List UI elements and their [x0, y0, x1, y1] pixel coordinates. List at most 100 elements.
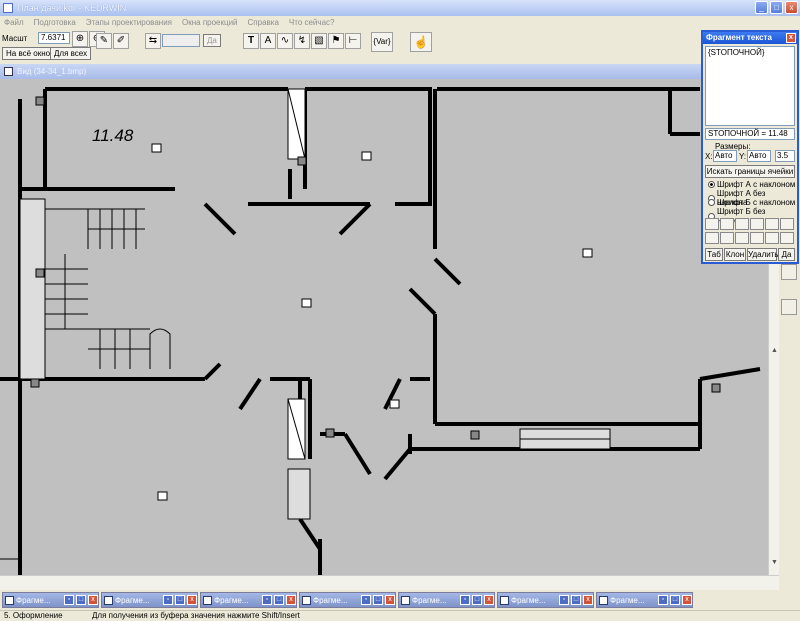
minimized-window[interactable]: Фрагме... ▫ □ x — [497, 592, 594, 608]
menu-whats-now[interactable]: Что сейчас? — [289, 18, 335, 27]
x-size-field[interactable]: Авто — [713, 150, 737, 162]
strip-print-icon[interactable] — [781, 299, 797, 315]
align-bottom-icon[interactable] — [780, 218, 794, 230]
flag-icon[interactable]: ⚑ — [328, 33, 344, 49]
menu-file[interactable]: Файл — [4, 18, 24, 27]
menu-stages[interactable]: Этапы проектирования — [86, 18, 172, 27]
text-vertical-icon[interactable]: ∿ — [277, 33, 293, 49]
minimized-window-label: Фрагме... — [412, 595, 447, 605]
indent-5-icon[interactable] — [765, 232, 779, 244]
indent-3-icon[interactable] — [735, 232, 749, 244]
document-titlebar: Вид (34-34_1.bmp) — [0, 64, 779, 79]
window-icon — [104, 595, 113, 605]
font-option-b-slant[interactable]: Шрифт Б с наклоном — [708, 198, 795, 207]
horizontal-scrollbar[interactable] — [0, 575, 779, 590]
align-middle-icon[interactable] — [765, 218, 779, 230]
indent-2-icon[interactable] — [720, 232, 734, 244]
align-center-icon[interactable] — [720, 218, 734, 230]
panel-title: Фрагмент текста x — [703, 32, 797, 44]
text-tool-icon[interactable]: T — [243, 33, 259, 49]
minimized-window[interactable]: Фрагме... ▫ □ x — [2, 592, 99, 608]
menu-projection-windows[interactable]: Окна проекций — [182, 18, 238, 27]
plan-canvas[interactable]: 11.48 — [0, 79, 768, 575]
swap-icon[interactable]: ⇆ — [145, 33, 161, 49]
scroll-down-arrow-icon[interactable]: ▼ — [771, 559, 778, 566]
minimize-button[interactable]: _ — [755, 1, 768, 14]
find-cell-borders-button[interactable]: Искать границы ячейки — [705, 165, 795, 178]
maximize-icon[interactable]: □ — [571, 595, 581, 605]
close-icon[interactable]: x — [187, 595, 197, 605]
assignment-select[interactable]: STOПОЧНОЙ = 11.48 — [705, 128, 795, 140]
scale-label: Масшт — [2, 34, 28, 43]
indent-4-icon[interactable] — [750, 232, 764, 244]
delete-button[interactable]: Удалить — [747, 248, 779, 261]
indent-6-icon[interactable] — [780, 232, 794, 244]
fragment-text-area[interactable]: {STOПОЧНОЙ} — [705, 46, 795, 126]
menu-prepare[interactable]: Подготовка — [34, 18, 76, 27]
close-icon[interactable]: x — [286, 595, 296, 605]
close-icon[interactable]: x — [682, 595, 692, 605]
ok-button[interactable]: Да — [778, 248, 795, 261]
align-left-icon[interactable] — [705, 218, 719, 230]
text-mirror-icon[interactable]: ↯ — [294, 33, 310, 49]
minimized-window[interactable]: Фрагме... ▫ □ x — [398, 592, 495, 608]
window-icon — [203, 595, 212, 605]
indent-1-icon[interactable] — [705, 232, 719, 244]
hatch-icon[interactable]: ▧ — [311, 33, 327, 49]
font-option-a-slant[interactable]: Шрифт А с наклоном — [708, 180, 795, 189]
maximize-icon[interactable]: □ — [274, 595, 284, 605]
strip-save-icon[interactable] — [781, 264, 797, 280]
y-size-field[interactable]: Авто — [747, 150, 771, 162]
restore-icon[interactable]: ▫ — [64, 595, 74, 605]
app-icon — [3, 3, 13, 13]
brush-icon[interactable]: ✐ — [113, 33, 129, 49]
window-icon — [401, 595, 410, 605]
close-icon[interactable]: x — [385, 595, 395, 605]
maximize-icon[interactable]: □ — [670, 595, 680, 605]
minimized-window[interactable]: Фрагме... ▫ □ x — [596, 592, 693, 608]
zoom-in-icon[interactable]: ⊕ — [72, 31, 88, 47]
hand-icon[interactable]: ☝ — [410, 32, 432, 52]
maximize-icon[interactable]: □ — [373, 595, 383, 605]
minimized-window[interactable]: Фрагме... ▫ □ x — [101, 592, 198, 608]
maximize-button[interactable]: □ — [770, 1, 783, 14]
align-top-icon[interactable] — [750, 218, 764, 230]
close-icon[interactable]: x — [583, 595, 593, 605]
close-button[interactable]: x — [785, 1, 798, 14]
minimized-window[interactable]: Фрагме... ▫ □ x — [299, 592, 396, 608]
maximize-icon[interactable]: □ — [472, 595, 482, 605]
menu-help[interactable]: Справка — [248, 18, 279, 27]
text-slant-icon[interactable]: A — [260, 33, 276, 49]
room-label[interactable]: 11.48 — [92, 126, 134, 145]
disabled-combo[interactable] — [162, 34, 200, 47]
window-icon — [599, 595, 608, 605]
align-icon[interactable]: ⊢ — [345, 33, 361, 49]
font-size-select[interactable]: 3.5 — [775, 150, 795, 162]
close-icon[interactable]: x — [484, 595, 494, 605]
panel-close-button[interactable]: x — [786, 33, 796, 43]
minimized-window[interactable]: Фрагме... ▫ □ x — [200, 592, 297, 608]
restore-icon[interactable]: ▫ — [559, 595, 569, 605]
floor-plan-drawing: 11.48 — [0, 79, 768, 575]
maximize-icon[interactable]: □ — [76, 595, 86, 605]
align-right-icon[interactable] — [735, 218, 749, 230]
window-icon — [500, 595, 509, 605]
clone-button[interactable]: Клон — [724, 248, 746, 261]
maximize-icon[interactable]: □ — [175, 595, 185, 605]
restore-icon[interactable]: ▫ — [658, 595, 668, 605]
tools-icon[interactable]: ✎ — [96, 33, 112, 49]
yes-disabled-button[interactable]: Да — [203, 34, 221, 47]
y-label: Y: — [739, 152, 747, 161]
restore-icon[interactable]: ▫ — [163, 595, 173, 605]
restore-icon[interactable]: ▫ — [262, 595, 272, 605]
fit-window-button[interactable]: На всё окно — [2, 47, 55, 60]
scroll-up-arrow-icon[interactable]: ▲ — [771, 347, 778, 354]
restore-icon[interactable]: ▫ — [460, 595, 470, 605]
app-title: План дачи.kdr - KEDRWIN — [17, 3, 127, 13]
tab-button[interactable]: Таб — [705, 248, 723, 261]
scale-input[interactable]: 7.6371 — [38, 32, 70, 44]
restore-icon[interactable]: ▫ — [361, 595, 371, 605]
var-tool-icon[interactable]: {Var} — [371, 32, 393, 52]
for-all-button[interactable]: Для всех — [50, 47, 92, 60]
close-icon[interactable]: x — [88, 595, 98, 605]
